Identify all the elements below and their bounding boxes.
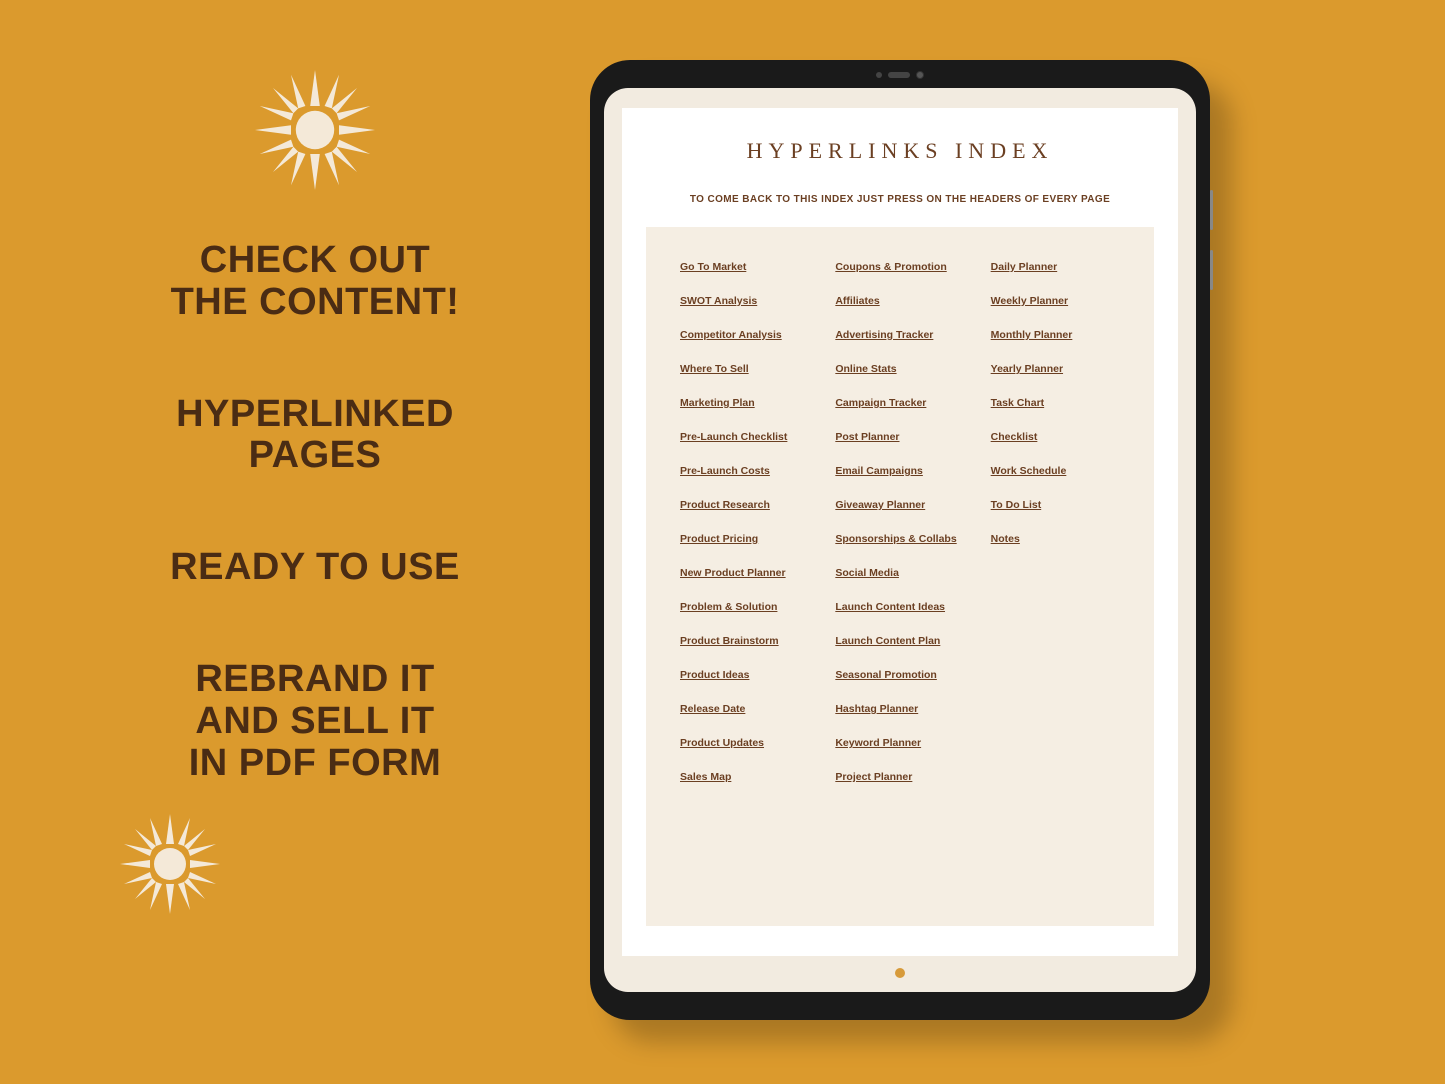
index-link[interactable]: Product Brainstorm: [680, 635, 819, 647]
speaker-icon: [888, 72, 910, 78]
sunburst-icon: [120, 814, 220, 914]
promo-block-2: HYPERLINKED PAGES: [100, 394, 530, 478]
index-link[interactable]: Product Pricing: [680, 533, 819, 545]
promo-line: READY TO USE: [100, 547, 530, 589]
index-link[interactable]: Seasonal Promotion: [835, 669, 974, 681]
volume-button-icon: [1210, 190, 1213, 230]
index-link[interactable]: Pre-Launch Costs: [680, 465, 819, 477]
index-link[interactable]: Social Media: [835, 567, 974, 579]
index-link[interactable]: Marketing Plan: [680, 397, 819, 409]
page-title: HYPERLINKS INDEX: [646, 138, 1154, 164]
index-link[interactable]: Sponsorships & Collabs: [835, 533, 974, 545]
index-page: HYPERLINKS INDEX TO COME BACK TO THIS IN…: [622, 108, 1178, 956]
index-link[interactable]: Yearly Planner: [991, 363, 1130, 375]
index-link[interactable]: Monthly Planner: [991, 329, 1130, 341]
links-col-1: Go To Market SWOT Analysis Competitor An…: [680, 261, 819, 902]
index-link[interactable]: Campaign Tracker: [835, 397, 974, 409]
index-link[interactable]: Affiliates: [835, 295, 974, 307]
index-link[interactable]: Weekly Planner: [991, 295, 1130, 307]
index-link[interactable]: Go To Market: [680, 261, 819, 273]
links-panel: Go To Market SWOT Analysis Competitor An…: [646, 227, 1154, 926]
tablet-side-buttons: [1210, 190, 1213, 310]
tablet-mockup: HYPERLINKS INDEX TO COME BACK TO THIS IN…: [590, 60, 1210, 1020]
promo-line: THE CONTENT!: [100, 282, 530, 324]
index-link[interactable]: Giveaway Planner: [835, 499, 974, 511]
sunburst-icon: [255, 70, 375, 190]
promo-left-column: CHECK OUT THE CONTENT! HYPERLINKED PAGES…: [100, 70, 530, 914]
index-link[interactable]: Hashtag Planner: [835, 703, 974, 715]
index-link[interactable]: Project Planner: [835, 771, 974, 783]
index-link[interactable]: Task Chart: [991, 397, 1130, 409]
promo-line: HYPERLINKED: [100, 394, 530, 436]
promo-block-1: CHECK OUT THE CONTENT!: [100, 240, 530, 324]
promo-block-4: REBRAND IT AND SELL IT IN PDF FORM: [100, 659, 530, 784]
home-indicator-icon: [895, 968, 905, 978]
index-link[interactable]: Email Campaigns: [835, 465, 974, 477]
index-link[interactable]: Notes: [991, 533, 1130, 545]
index-link[interactable]: Online Stats: [835, 363, 974, 375]
tablet-frame: HYPERLINKS INDEX TO COME BACK TO THIS IN…: [590, 60, 1210, 1020]
index-link[interactable]: SWOT Analysis: [680, 295, 819, 307]
index-link[interactable]: Where To Sell: [680, 363, 819, 375]
index-link[interactable]: Daily Planner: [991, 261, 1130, 273]
sensor-dot-icon: [876, 72, 882, 78]
index-link[interactable]: Launch Content Ideas: [835, 601, 974, 613]
index-link[interactable]: Coupons & Promotion: [835, 261, 974, 273]
index-link[interactable]: Product Ideas: [680, 669, 819, 681]
index-link[interactable]: Post Planner: [835, 431, 974, 443]
links-col-2: Coupons & Promotion Affiliates Advertisi…: [835, 261, 974, 902]
index-link[interactable]: Pre-Launch Checklist: [680, 431, 819, 443]
promo-line: AND SELL IT: [100, 701, 530, 743]
index-link[interactable]: Product Research: [680, 499, 819, 511]
index-link[interactable]: Keyword Planner: [835, 737, 974, 749]
tablet-camera-bar: [876, 71, 924, 79]
index-link[interactable]: To Do List: [991, 499, 1130, 511]
volume-button-icon: [1210, 250, 1213, 290]
promo-block-3: READY TO USE: [100, 547, 530, 589]
index-link[interactable]: Checklist: [991, 431, 1130, 443]
index-link[interactable]: Competitor Analysis: [680, 329, 819, 341]
index-link[interactable]: Work Schedule: [991, 465, 1130, 477]
tablet-screen: HYPERLINKS INDEX TO COME BACK TO THIS IN…: [604, 88, 1196, 992]
promo-line: IN PDF FORM: [100, 743, 530, 785]
index-link[interactable]: Product Updates: [680, 737, 819, 749]
index-link[interactable]: Launch Content Plan: [835, 635, 974, 647]
promo-line: PAGES: [100, 435, 530, 477]
page-subtitle: TO COME BACK TO THIS INDEX JUST PRESS ON…: [646, 194, 1154, 205]
index-link[interactable]: Advertising Tracker: [835, 329, 974, 341]
promo-line: REBRAND IT: [100, 659, 530, 701]
index-link[interactable]: Release Date: [680, 703, 819, 715]
promo-line: CHECK OUT: [100, 240, 530, 282]
index-link[interactable]: Sales Map: [680, 771, 819, 783]
index-link[interactable]: Problem & Solution: [680, 601, 819, 613]
index-link[interactable]: New Product Planner: [680, 567, 819, 579]
links-col-3: Daily Planner Weekly Planner Monthly Pla…: [991, 261, 1130, 902]
camera-lens-icon: [916, 71, 924, 79]
